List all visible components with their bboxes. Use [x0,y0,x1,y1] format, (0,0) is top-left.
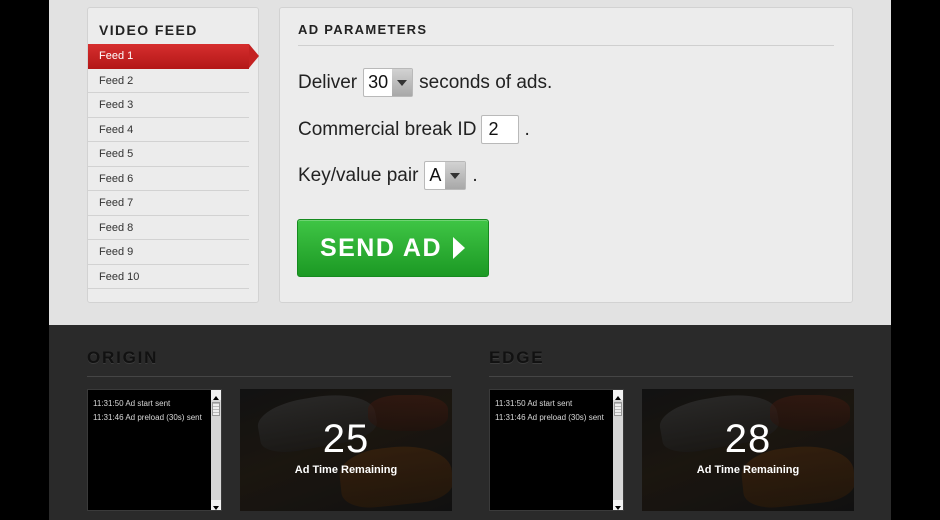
deliver-seconds-select[interactable]: 30 [363,68,414,97]
key-value-label: Key/value pair [298,164,419,186]
sidebar-item-feed-1[interactable]: Feed 1 [88,44,259,69]
scroll-thumb[interactable] [614,402,622,416]
video-feed-panel: VIDEO FEED Feed 1 Feed 2 Feed 3 Feed 4 Feed … [87,7,259,303]
video-feed-list: Feed 1 Feed 2 Feed 3 Feed 4 Feed 5 Feed 6 Feed… [88,44,259,289]
edge-video: 28 Ad Time Remaining [642,389,854,511]
scroll-thumb[interactable] [212,402,220,416]
sidebar-item-feed-10[interactable]: Feed 10 [88,265,249,289]
origin-divider [87,376,451,377]
sidebar-item-feed-7[interactable]: Feed 7 [88,191,249,216]
edge-log-lines: 11:31:50 Ad start sent 11:31:46 Ad prelo… [495,397,604,425]
sidebar-item-feed-4[interactable]: Feed 4 [88,118,249,142]
scroll-down-icon[interactable] [211,500,221,510]
origin-ad-time-label: Ad Time Remaining [294,464,398,476]
edge-divider [489,376,853,377]
origin-log[interactable]: 11:31:50 Ad start sent 11:31:46 Ad prelo… [87,389,222,511]
commercial-break-id-input[interactable] [481,115,520,144]
ad-parameters-divider [298,45,834,46]
monitor-area: ORIGIN 11:31:50 Ad start sent 11:31:46 A… [49,325,891,520]
sidebar-item-feed-6[interactable]: Feed 6 [88,167,249,191]
key-value-value: A [429,165,442,185]
origin-log-lines: 11:31:50 Ad start sent 11:31:46 Ad prelo… [93,397,202,425]
key-value-suffix: . [472,164,478,186]
deliver-prefix: Deliver [298,71,358,93]
edge-title: EDGE [489,348,545,367]
page: VIDEO FEED Feed 1 Feed 2 Feed 3 Feed 4 Feed … [49,0,891,520]
origin-title: ORIGIN [87,348,159,367]
commercial-break-label: Commercial break ID [298,118,477,140]
send-ad-label: SEND AD [319,233,443,262]
play-arrow-icon [453,237,466,259]
sidebar-item-feed-2[interactable]: Feed 2 [88,69,249,93]
origin-log-scrollbar[interactable] [211,390,221,510]
edge-ad-time-remaining: 28 [724,417,772,461]
scroll-up-icon[interactable] [613,390,623,400]
log-line: 11:31:46 Ad preload (30s) sent [93,413,202,422]
chevron-down-icon [445,162,466,189]
log-line: 11:31:50 Ad start sent [93,399,171,408]
control-area: VIDEO FEED Feed 1 Feed 2 Feed 3 Feed 4 Feed … [49,0,891,325]
chevron-down-icon [392,69,413,96]
sidebar-item-feed-5[interactable]: Feed 5 [88,142,249,167]
key-value-select[interactable]: A [424,161,467,190]
send-ad-button[interactable]: SEND AD [297,219,489,277]
scroll-up-icon[interactable] [211,390,221,400]
ad-parameters-panel: AD PARAMETERS Deliver 30 seconds of ads.… [279,7,853,303]
deliver-seconds-value: 30 [368,72,389,92]
edge-log-scrollbar[interactable] [613,390,623,510]
edge-ad-time-label: Ad Time Remaining [696,464,800,476]
ad-parameters-title: AD PARAMETERS [298,22,428,37]
key-value-row: Key/value pair A . [298,161,478,190]
sidebar-item-feed-8[interactable]: Feed 8 [88,216,249,240]
scroll-down-icon[interactable] [613,500,623,510]
commercial-break-row: Commercial break ID . [298,115,530,144]
edge-log[interactable]: 11:31:50 Ad start sent 11:31:46 Ad prelo… [489,389,624,511]
commercial-break-suffix: . [524,118,530,140]
deliver-suffix: seconds of ads. [419,71,553,93]
sidebar-item-feed-9[interactable]: Feed 9 [88,240,249,265]
video-feed-title: VIDEO FEED [99,22,198,38]
deliver-row: Deliver 30 seconds of ads. [298,68,552,97]
sidebar-item-feed-3[interactable]: Feed 3 [88,93,249,118]
origin-ad-time-remaining: 25 [322,417,370,461]
origin-video: 25 Ad Time Remaining [240,389,452,511]
log-line: 11:31:50 Ad start sent [495,399,573,408]
log-line: 11:31:46 Ad preload (30s) sent [495,413,604,422]
